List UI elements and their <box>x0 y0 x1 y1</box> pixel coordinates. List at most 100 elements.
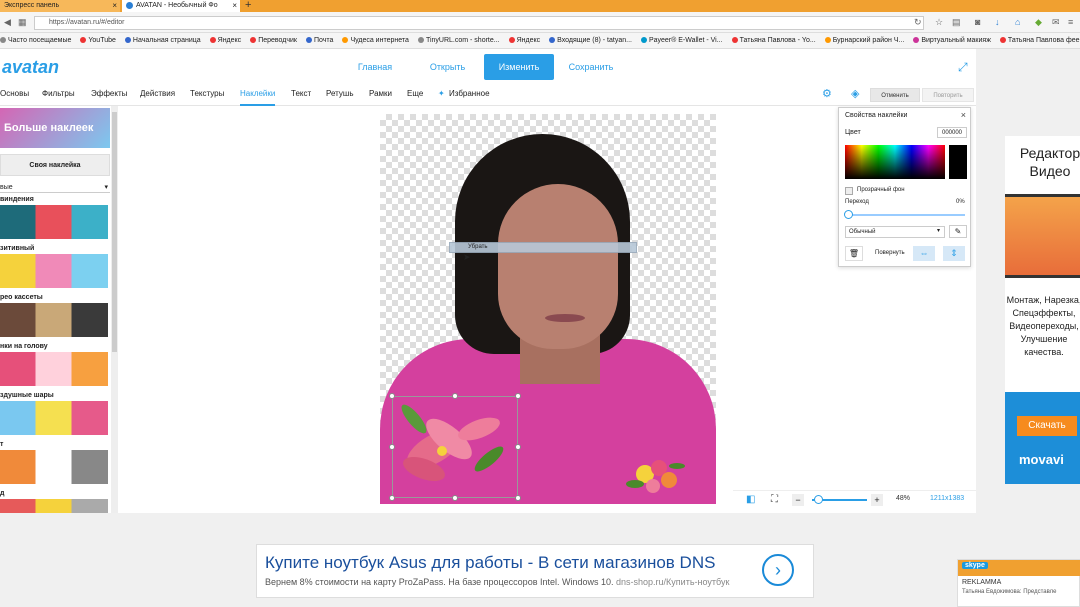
close-tab-icon[interactable]: × <box>232 0 237 12</box>
menu-icon[interactable]: ≡ <box>1068 17 1073 27</box>
transition-slider-handle[interactable] <box>844 210 853 219</box>
bookmark-label: Бурнарский район Ч... <box>832 37 905 44</box>
resize-handle[interactable] <box>515 444 521 450</box>
bookmark-item[interactable]: Яндекс <box>508 33 540 48</box>
bookmark-item[interactable]: Бурнарский район Ч... <box>824 33 905 48</box>
resize-handle[interactable] <box>515 393 521 399</box>
category-sticker-strip[interactable] <box>0 303 108 337</box>
bookmark-item[interactable]: Начальная страница <box>124 33 201 48</box>
color-spectrum[interactable] <box>845 145 945 179</box>
tab-stickers[interactable]: Наклейки <box>240 84 276 106</box>
bookmark-item[interactable]: Татьяна Павлова фее... <box>999 33 1080 48</box>
reload-icon[interactable]: ↻ <box>914 17 922 28</box>
download-icon[interactable]: ↓ <box>995 17 1000 27</box>
bottom-advertisement[interactable]: Купите ноутбук Asus для работы - В сети … <box>256 544 814 598</box>
tab-avatan[interactable]: AVATAN - Необычный Фо × <box>122 0 240 12</box>
more-stickers-banner[interactable]: Больше наклеек <box>0 108 110 148</box>
zoom-in-button[interactable]: + <box>871 494 883 506</box>
transition-slider[interactable] <box>847 214 965 216</box>
tab-effects[interactable]: Эффекты <box>91 84 127 104</box>
resize-handle[interactable] <box>452 495 458 501</box>
nav-open[interactable]: Открыть <box>420 54 475 80</box>
bookmark-item[interactable]: Чудеса интернета <box>342 33 409 48</box>
settings-icon[interactable]: ⚙ <box>822 84 832 104</box>
close-tab-icon[interactable]: × <box>112 0 117 12</box>
category-sticker-strip[interactable] <box>0 352 108 386</box>
blend-mode-select[interactable]: Обычный <box>845 226 945 238</box>
sticker-selection-box[interactable] <box>392 396 518 498</box>
bookmark-item[interactable]: Payeer® E-Wallet - Vi... <box>640 33 723 48</box>
zoom-out-button[interactable]: − <box>792 494 804 506</box>
resize-handle[interactable] <box>515 495 521 501</box>
extension-icon[interactable]: ◆ <box>1035 17 1042 28</box>
tab-retouch[interactable]: Ретушь <box>326 84 354 104</box>
fit-screen-icon[interactable]: ⛶ <box>771 494 778 505</box>
tab-filters[interactable]: Фильтры <box>42 84 75 104</box>
trash-icon[interactable]: 🗑 <box>845 246 863 261</box>
undo-button[interactable]: Отменить <box>870 88 920 102</box>
bookmark-item[interactable]: Часто посещаемые <box>0 33 71 48</box>
address-bar[interactable]: https://avatan.ru/#/editor <box>34 16 924 30</box>
nav-save[interactable]: Сохранить <box>562 54 620 80</box>
nav-home[interactable]: Главная <box>350 54 400 80</box>
flip-horizontal-icon[interactable]: ⇔ <box>913 246 935 261</box>
star-icon[interactable]: ☆ <box>935 17 943 28</box>
compare-icon[interactable]: ◧ <box>746 494 755 505</box>
bookmark-item[interactable]: Виртуальный макияж <box>913 33 991 48</box>
close-icon[interactable]: × <box>961 110 966 120</box>
transparent-bg-checkbox[interactable] <box>845 187 853 195</box>
category-sticker-strip[interactable] <box>0 499 108 513</box>
chevron-right-icon[interactable]: › <box>762 554 794 586</box>
tab-basics[interactable]: Основы <box>0 84 29 104</box>
tab-more[interactable]: Еще <box>407 84 423 104</box>
bookmark-item[interactable]: Входящие (8) - tatyan... <box>549 33 632 48</box>
skype-notification[interactable]: skype REKLAMMA Татьяна Евдокимова: Предс… <box>957 559 1080 607</box>
category-sticker-strip[interactable] <box>0 450 108 484</box>
nav-change[interactable]: Изменить <box>484 54 554 80</box>
flowers-sticker[interactable] <box>625 444 685 499</box>
category-sticker-strip[interactable] <box>0 254 108 288</box>
bookmark-item[interactable]: Почта <box>305 33 333 48</box>
category-sticker-strip[interactable] <box>0 205 108 239</box>
bookmark-item[interactable]: TinyURL.com - shorte... <box>417 33 500 48</box>
color-hex-input[interactable]: 000000 <box>937 127 967 138</box>
eyedropper-icon[interactable]: ✎ <box>949 225 967 238</box>
bookmark-item[interactable]: Яндекс <box>209 33 241 48</box>
avatan-logo[interactable]: avatan <box>2 57 59 78</box>
resize-handle[interactable] <box>389 495 395 501</box>
resize-handle[interactable] <box>389 393 395 399</box>
pocket-icon[interactable]: ◙ <box>975 17 980 27</box>
bookmark-item[interactable]: Переводчик <box>250 33 297 48</box>
ad-url[interactable]: dns-shop.ru/Купить-ноутбук <box>616 577 729 587</box>
reader-icon[interactable]: ▤ <box>952 17 961 28</box>
bookmark-item[interactable]: YouTube <box>80 33 116 48</box>
ad-download-button[interactable]: Скачать <box>1017 416 1077 436</box>
tab-actions[interactable]: Действия <box>140 84 175 104</box>
category-select[interactable]: вые ▾ <box>0 183 110 193</box>
tab-favorites[interactable]: Избранное <box>449 84 490 104</box>
own-sticker-button[interactable]: Своя наклейка <box>0 154 110 176</box>
grid-icon[interactable]: ▦ <box>18 17 27 28</box>
back-icon[interactable]: ◀ <box>4 17 11 28</box>
flip-vertical-icon[interactable]: ⇕ <box>943 246 965 261</box>
new-tab-button[interactable]: + <box>245 0 251 11</box>
bookmark-item[interactable]: Татьяна Павлова - Yo... <box>731 33 816 48</box>
tab-express-panel[interactable]: Экспресс панель × <box>0 0 120 12</box>
resize-handle[interactable] <box>389 444 395 450</box>
home-icon[interactable]: ⌂ <box>1015 17 1020 27</box>
tab-textures[interactable]: Текстуры <box>190 84 224 104</box>
ad-headline[interactable]: Купите ноутбук Asus для работы - В сети … <box>265 553 715 573</box>
bookmark-favicon-icon <box>640 37 647 44</box>
redo-button[interactable]: Повторить <box>922 88 974 102</box>
fullscreen-icon[interactable]: ⤢ <box>958 60 968 75</box>
right-advertisement[interactable]: Редактор Видео Монтаж, Нарезка, Спецэффе… <box>1005 136 1080 484</box>
tab-frames[interactable]: Рамки <box>369 84 392 104</box>
zoom-slider-handle[interactable] <box>813 495 823 504</box>
resize-handle[interactable] <box>452 393 458 399</box>
sidebar-scroll-thumb[interactable] <box>112 112 117 352</box>
category-sticker-strip[interactable] <box>0 401 108 435</box>
cart-icon[interactable]: ✉ <box>1052 17 1060 28</box>
tab-text[interactable]: Текст <box>291 84 311 104</box>
layers-icon[interactable]: ◈ <box>851 84 859 104</box>
color-swatch[interactable] <box>949 145 967 179</box>
